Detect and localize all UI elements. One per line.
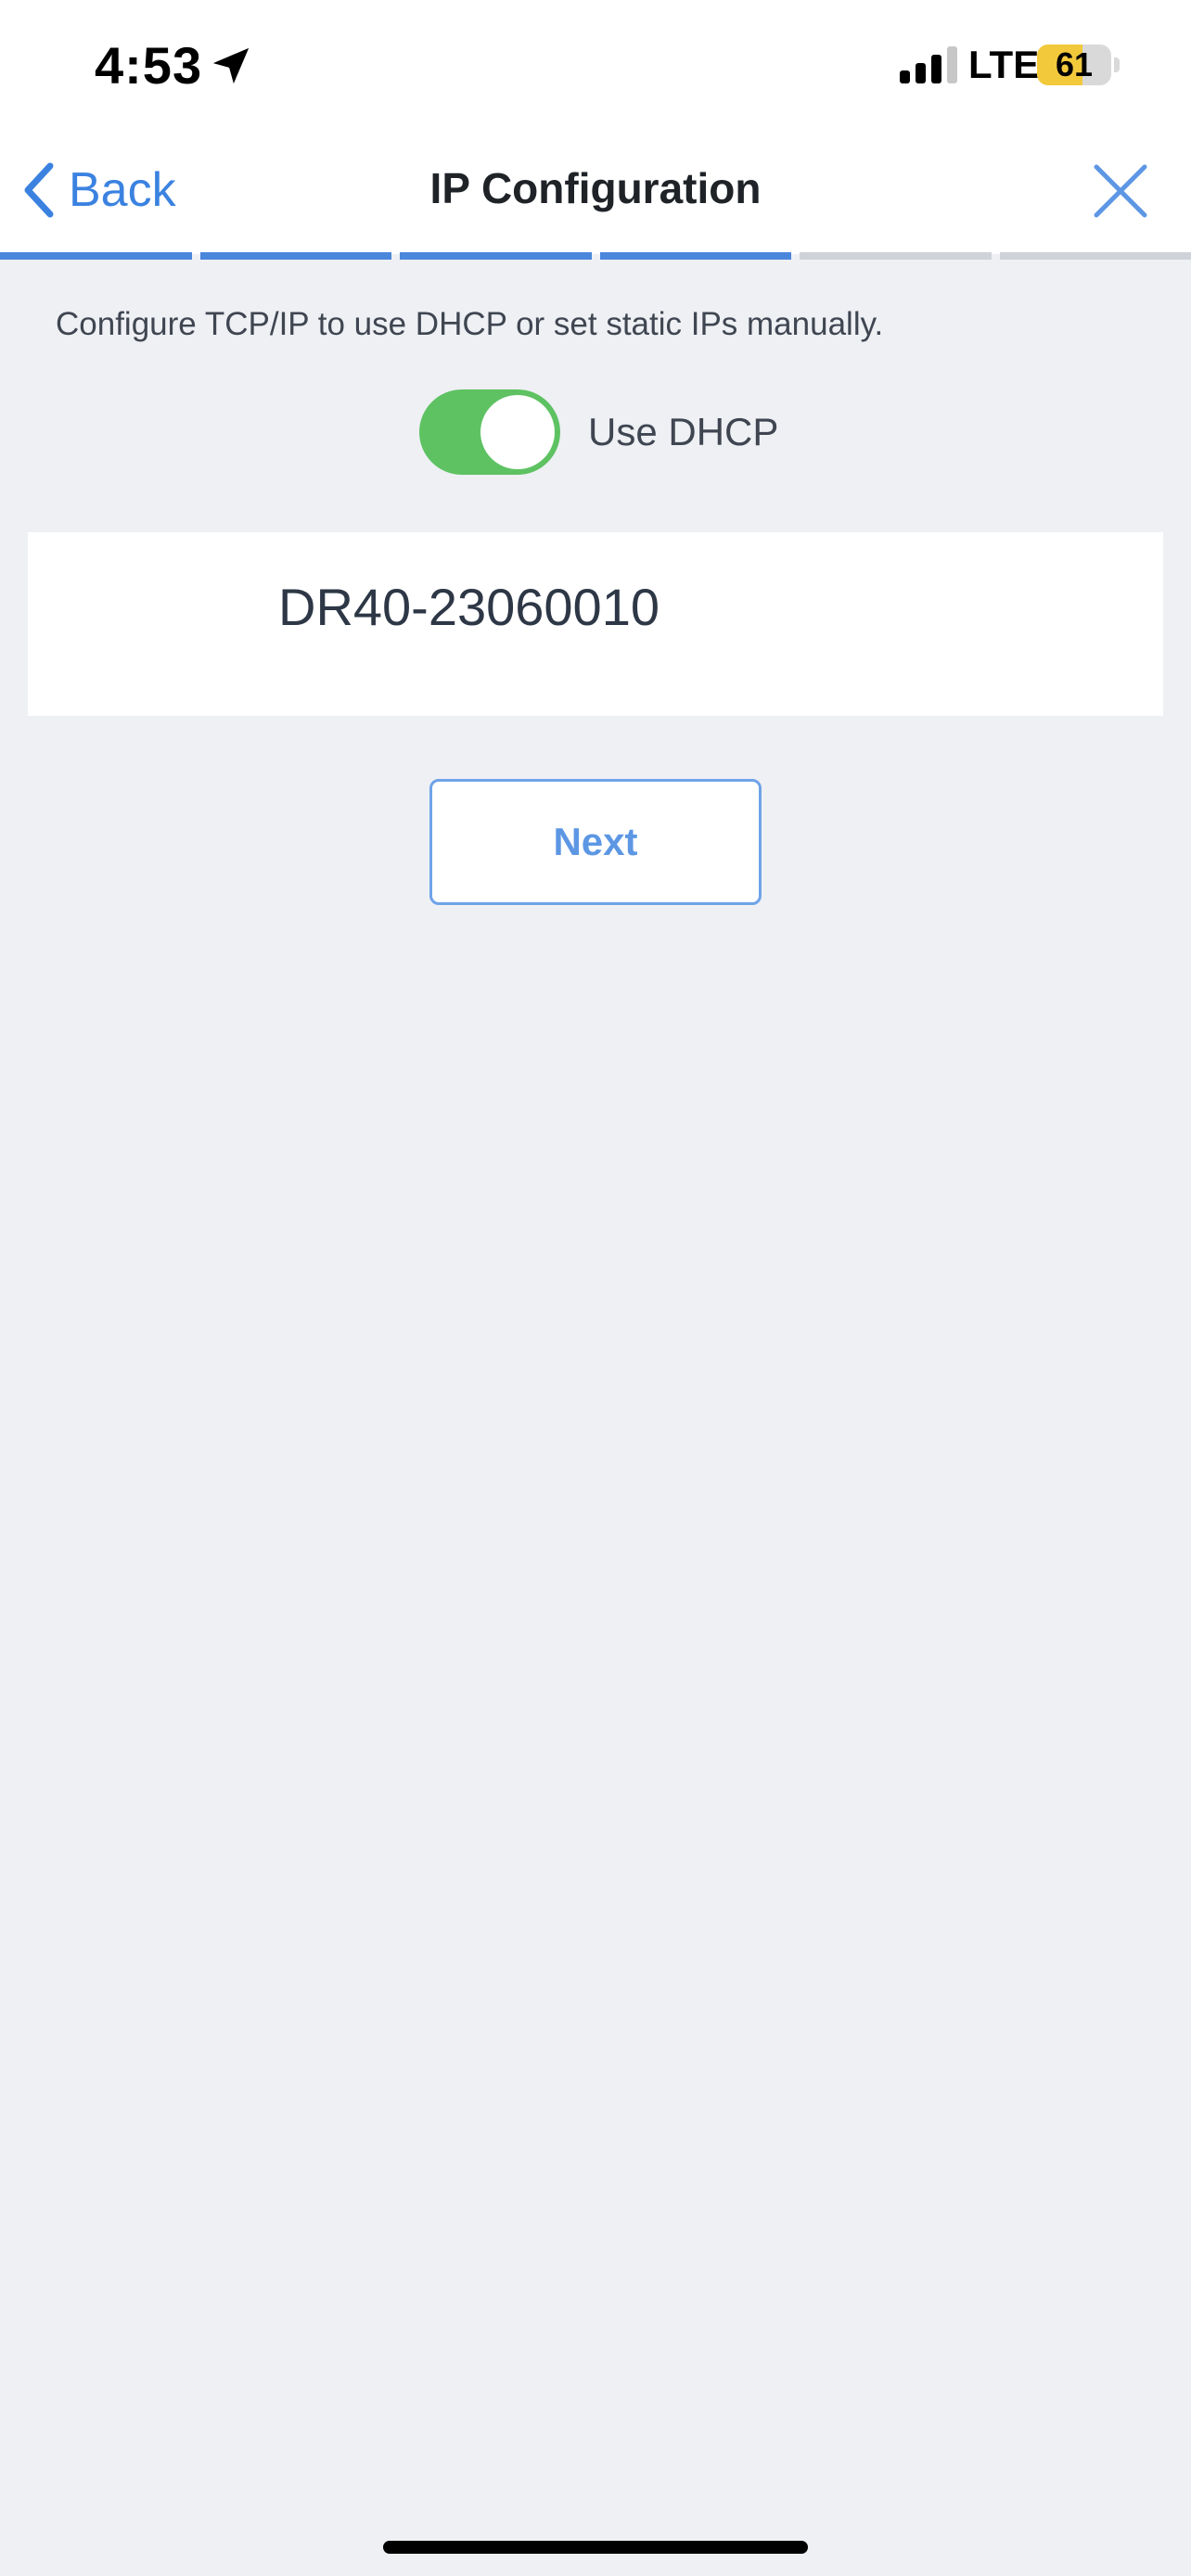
step-progress-bar (0, 252, 1191, 260)
network-type: LTE (968, 43, 1040, 86)
device-card: DR40-23060010 (28, 532, 1163, 716)
dhcp-row: Use DHCP (419, 389, 778, 475)
progress-segment (400, 252, 592, 260)
status-bar: 4:53 LTE 61 (0, 0, 1191, 130)
battery-cap (1114, 57, 1120, 72)
progress-segment (0, 252, 192, 260)
battery-icon: 61 (1037, 45, 1111, 85)
battery-level: 61 (1055, 45, 1094, 83)
progress-segment (199, 252, 391, 260)
next-button[interactable]: Next (429, 779, 762, 905)
close-icon[interactable] (1091, 161, 1150, 221)
navigation-bar: Back IP Configuration (0, 130, 1191, 254)
cellular-signal-icon (900, 46, 957, 83)
use-dhcp-toggle[interactable] (419, 389, 560, 475)
progress-segment (599, 252, 791, 260)
home-indicator[interactable] (383, 2541, 808, 2554)
description-text: Configure TCP/IP to use DHCP or set stat… (56, 306, 884, 342)
device-name: DR40-23060010 (278, 578, 660, 636)
location-arrow-icon (212, 47, 250, 84)
status-time: 4:53 (95, 36, 203, 95)
page-title: IP Configuration (429, 164, 762, 212)
toggle-knob (480, 395, 555, 469)
progress-segment (999, 252, 1191, 260)
use-dhcp-label: Use DHCP (588, 410, 779, 453)
progress-segment (800, 252, 992, 260)
